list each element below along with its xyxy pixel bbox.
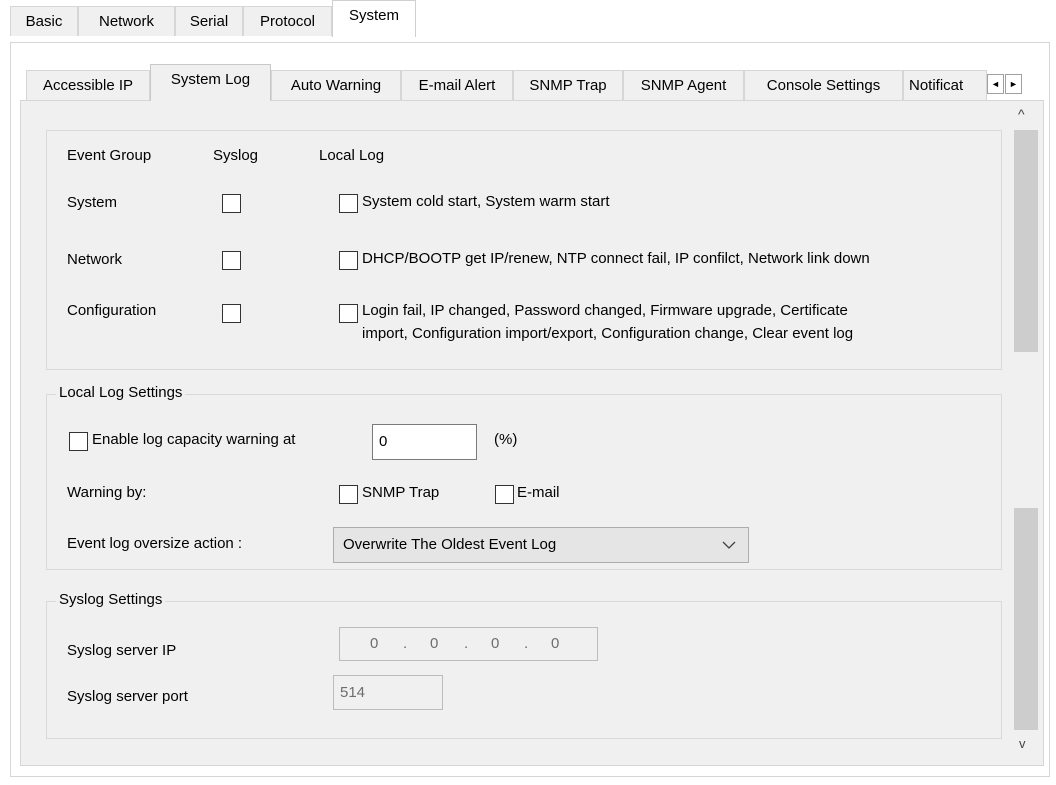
tab-scroll-left-icon[interactable]: ◄ xyxy=(987,74,1004,94)
warning-email-label: E-mail xyxy=(517,484,560,501)
locallog-configuration-checkbox[interactable] xyxy=(339,304,358,323)
syslog-server-ip-input[interactable]: 0 . 0 . 0 . 0 xyxy=(339,627,598,661)
syslog-configuration-checkbox[interactable] xyxy=(222,304,241,323)
oversize-action-select[interactable]: Overwrite The Oldest Event Log xyxy=(333,527,749,563)
oversize-action-value: Overwrite The Oldest Event Log xyxy=(343,536,557,553)
ip-dot-1: . xyxy=(403,635,408,652)
ip-octet-4: 0 xyxy=(551,635,560,652)
syslog-settings-box xyxy=(46,601,1002,739)
ip-dot-3: . xyxy=(524,635,529,652)
scrollbar-thumb-lower[interactable] xyxy=(1014,508,1038,730)
syslog-network-checkbox[interactable] xyxy=(222,251,241,270)
tab-network[interactable]: Network xyxy=(78,6,175,36)
oversize-action-label: Event log oversize action : xyxy=(67,535,243,552)
log-capacity-warning-label: Enable log capacity warning at xyxy=(92,431,296,448)
tab-serial[interactable]: Serial xyxy=(175,6,243,36)
warning-email-checkbox[interactable] xyxy=(495,485,514,504)
ip-octet-2: 0 xyxy=(430,635,439,652)
syslog-server-port-input[interactable]: 514 xyxy=(333,675,443,710)
local-log-settings-title: Local Log Settings xyxy=(56,384,186,401)
tab-email-alert[interactable]: E-mail Alert xyxy=(401,70,513,100)
ip-dot-2: . xyxy=(464,635,469,652)
log-capacity-warning-checkbox[interactable] xyxy=(69,432,88,451)
tab-snmp-trap[interactable]: SNMP Trap xyxy=(513,70,623,100)
tab-snmp-agent[interactable]: SNMP Agent xyxy=(623,70,744,100)
syslog-system-checkbox[interactable] xyxy=(222,194,241,213)
local-log-header: Local Log xyxy=(319,147,385,164)
syslog-header: Syslog xyxy=(213,147,259,164)
syslog-server-port-label: Syslog server port xyxy=(67,688,188,705)
tab-notifications[interactable]: Notificat xyxy=(903,70,987,100)
warning-by-label: Warning by: xyxy=(67,484,147,501)
event-group-header: Event Group xyxy=(67,147,152,164)
chevron-down-icon xyxy=(722,541,736,549)
locallog-configuration-description-line2: import, Configuration import/export, Con… xyxy=(362,325,854,342)
tab-protocol[interactable]: Protocol xyxy=(243,6,332,36)
tab-basic[interactable]: Basic xyxy=(10,6,78,36)
ip-octet-1: 0 xyxy=(370,635,379,652)
tab-system[interactable]: System xyxy=(332,0,416,37)
locallog-system-checkbox[interactable] xyxy=(339,194,358,213)
log-capacity-input[interactable]: 0 xyxy=(372,424,477,460)
event-group-network-label: Network xyxy=(67,251,123,268)
locallog-system-description: System cold start, System warm start xyxy=(362,193,610,210)
tab-scroll-right-icon[interactable]: ► xyxy=(1005,74,1022,94)
warning-snmp-trap-label: SNMP Trap xyxy=(362,484,440,501)
ip-octet-3: 0 xyxy=(491,635,500,652)
tab-system-log[interactable]: System Log xyxy=(150,64,271,101)
tab-console-settings[interactable]: Console Settings xyxy=(744,70,903,100)
locallog-configuration-description-line1: Login fail, IP changed, Password changed… xyxy=(362,302,848,319)
scroll-down-icon[interactable]: v xyxy=(1019,736,1026,751)
locallog-network-description: DHCP/BOOTP get IP/renew, NTP connect fai… xyxy=(362,250,870,267)
log-capacity-unit: (%) xyxy=(494,431,518,448)
scroll-up-icon[interactable]: ^ xyxy=(1018,106,1025,122)
locallog-network-checkbox[interactable] xyxy=(339,251,358,270)
tab-accessible-ip[interactable]: Accessible IP xyxy=(26,70,150,100)
syslog-server-ip-label: Syslog server IP xyxy=(67,642,177,659)
syslog-settings-title: Syslog Settings xyxy=(56,591,166,608)
scrollbar-thumb-upper[interactable] xyxy=(1014,130,1038,352)
event-group-configuration-label: Configuration xyxy=(67,302,157,319)
warning-snmp-trap-checkbox[interactable] xyxy=(339,485,358,504)
tab-auto-warning[interactable]: Auto Warning xyxy=(271,70,401,100)
event-group-system-label: System xyxy=(67,194,118,211)
